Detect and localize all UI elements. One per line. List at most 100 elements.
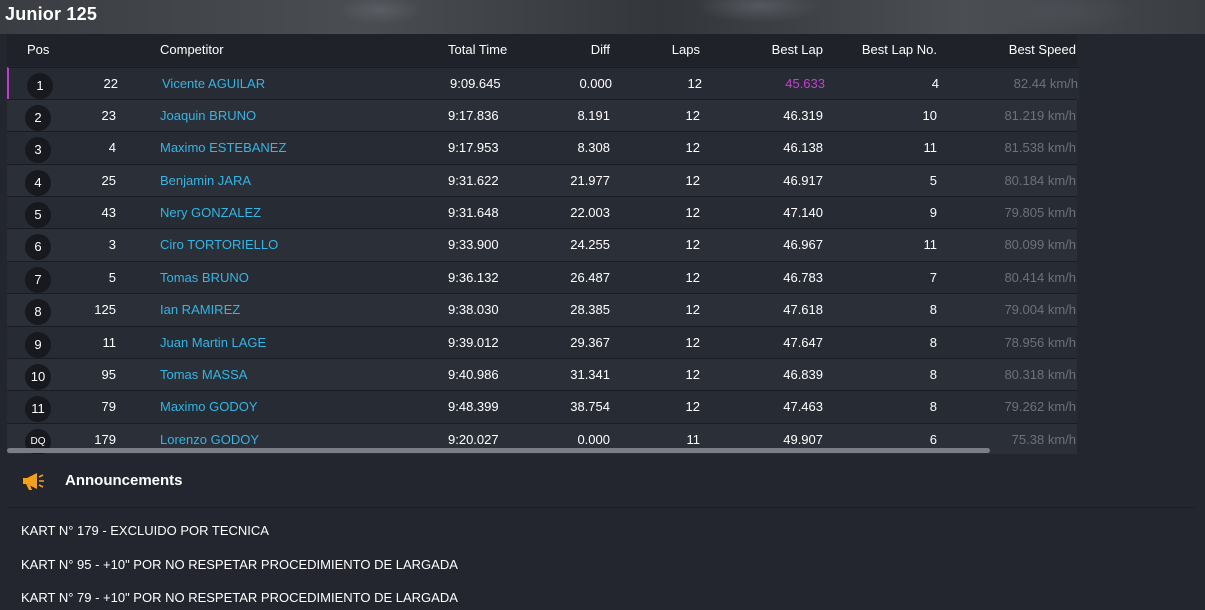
best-speed: 81.219 km/h bbox=[1004, 108, 1076, 123]
competitor-name[interactable]: Ciro TORTORIELLO bbox=[160, 237, 278, 252]
competitor-name[interactable]: Benjamin JARA bbox=[160, 173, 251, 188]
table-row[interactable]: 1 22 Vicente AGUILAR 9:09.645 0.000 12 45.633 4… bbox=[7, 67, 1079, 100]
best-lap-time: 46.917 bbox=[783, 173, 823, 188]
kart-number: 5 bbox=[108, 270, 116, 285]
diff-value: 28.385 bbox=[570, 302, 610, 317]
competitor-name[interactable]: Maximo GODOY bbox=[160, 399, 258, 414]
table-row[interactable]: 2 23 Joaquin BRUNO 9:17.836 8.191 12 46.319 10 8… bbox=[7, 99, 1077, 132]
table-row[interactable]: 4 25 Benjamin JARA 9:31.622 21.977 12 46.917 5 8… bbox=[7, 164, 1077, 197]
table-row[interactable]: 8 125 Ian RAMIREZ 9:38.030 28.385 12 47.618 8 79… bbox=[7, 293, 1077, 326]
laps-count: 12 bbox=[685, 173, 700, 188]
laps-count: 12 bbox=[685, 140, 700, 155]
laps-count: 12 bbox=[685, 205, 700, 220]
kart-number: 23 bbox=[101, 108, 116, 123]
best-lap-number: 8 bbox=[929, 399, 937, 414]
header-diff[interactable]: Diff bbox=[487, 42, 610, 57]
table-row[interactable]: 6 3 Ciro TORTORIELLO 9:33.900 24.255 12 46.967… bbox=[7, 228, 1077, 261]
best-lap-number: 10 bbox=[922, 108, 937, 123]
kart-number: 179 bbox=[94, 432, 116, 447]
announcement-item: KART N° 79 - +10" POR NO RESPETAR PROCED… bbox=[21, 590, 458, 605]
table-row[interactable]: 7 5 Tomas BRUNO 9:36.132 26.487 12 46.783 7 80.4… bbox=[7, 261, 1077, 294]
results-table: Pos Competitor Total Time Diff Laps Best… bbox=[7, 34, 1195, 454]
best-lap-number: 8 bbox=[929, 367, 937, 382]
best-speed: 81.538 km/h bbox=[1004, 140, 1076, 155]
announcement-item: KART N° 95 - +10" POR NO RESPETAR PROCED… bbox=[21, 557, 458, 572]
laps-count: 11 bbox=[686, 432, 701, 447]
best-speed: 82.44 km/h bbox=[1013, 76, 1078, 91]
kart-number: 43 bbox=[101, 205, 116, 220]
best-lap-number: 5 bbox=[929, 173, 937, 188]
best-lap-number: 4 bbox=[931, 76, 939, 91]
header-best-lap[interactable]: Best Lap bbox=[707, 42, 823, 57]
best-lap-time: 46.319 bbox=[783, 108, 823, 123]
horizontal-scrollbar[interactable] bbox=[7, 448, 990, 453]
best-lap-number: 7 bbox=[929, 270, 937, 285]
diff-value: 24.255 bbox=[570, 237, 610, 252]
table-row[interactable]: 5 43 Nery GONZALEZ 9:31.648 22.003 12 47.140 9 7… bbox=[7, 196, 1077, 229]
header-banner bbox=[0, 0, 1205, 34]
header-laps[interactable]: Laps bbox=[607, 42, 700, 57]
best-lap-time: 46.783 bbox=[783, 270, 823, 285]
best-lap-time: 45.633 bbox=[785, 76, 825, 91]
competitor-name[interactable]: Vicente AGUILAR bbox=[162, 76, 265, 91]
header-pos[interactable]: Pos bbox=[27, 42, 49, 57]
header-best-speed[interactable]: Best Speed bbox=[947, 42, 1076, 57]
best-lap-number: 11 bbox=[923, 140, 938, 155]
laps-count: 12 bbox=[685, 335, 700, 350]
best-lap-time: 46.138 bbox=[783, 140, 823, 155]
competitor-name[interactable]: Nery GONZALEZ bbox=[160, 205, 261, 220]
best-lap-time: 47.618 bbox=[783, 302, 823, 317]
competitor-name[interactable]: Ian RAMIREZ bbox=[160, 302, 240, 317]
table-row[interactable]: 11 79 Maximo GODOY 9:48.399 38.754 12 47.463 8 7… bbox=[7, 390, 1077, 423]
competitor-name[interactable]: Tomas BRUNO bbox=[160, 270, 249, 285]
table-row[interactable]: 9 11 Juan Martin LAGE 9:39.012 29.367 12 47.64… bbox=[7, 326, 1077, 359]
best-speed: 80.318 km/h bbox=[1004, 367, 1076, 382]
best-speed: 79.004 km/h bbox=[1004, 302, 1076, 317]
best-lap-number: 9 bbox=[929, 205, 937, 220]
best-lap-time: 46.967 bbox=[783, 237, 823, 252]
best-lap-time: 47.463 bbox=[783, 399, 823, 414]
diff-value: 26.487 bbox=[570, 270, 610, 285]
competitor-name[interactable]: Juan Martin LAGE bbox=[160, 335, 266, 350]
best-speed: 80.099 km/h bbox=[1004, 237, 1076, 252]
diff-value: 31.341 bbox=[570, 367, 610, 382]
diff-value: 22.003 bbox=[570, 205, 610, 220]
best-speed: 78.956 km/h bbox=[1004, 335, 1076, 350]
best-lap-number: 8 bbox=[929, 335, 937, 350]
best-speed: 80.184 km/h bbox=[1004, 173, 1076, 188]
announcements-title: Announcements bbox=[65, 472, 183, 489]
diff-value: 8.308 bbox=[577, 140, 610, 155]
competitor-name[interactable]: Tomas MASSA bbox=[160, 367, 247, 382]
table-header: Pos Competitor Total Time Diff Laps Best… bbox=[7, 34, 1077, 66]
table-row[interactable]: 3 4 Maximo ESTEBANEZ 9:17.953 8.308 12 46.138 1… bbox=[7, 131, 1077, 164]
megaphone-icon bbox=[23, 473, 44, 490]
best-lap-number: 8 bbox=[929, 302, 937, 317]
kart-number: 11 bbox=[102, 335, 117, 350]
competitor-name[interactable]: Maximo ESTEBANEZ bbox=[160, 140, 286, 155]
diff-value: 8.191 bbox=[577, 108, 610, 123]
header-best-lap-no[interactable]: Best Lap No. bbox=[827, 42, 937, 57]
best-speed: 75.38 km/h bbox=[1011, 432, 1076, 447]
kart-number: 125 bbox=[94, 302, 116, 317]
competitor-name[interactable]: Lorenzo GODOY bbox=[160, 432, 259, 447]
best-lap-time: 49.907 bbox=[783, 432, 823, 447]
diff-value: 38.754 bbox=[570, 399, 610, 414]
best-lap-time: 46.839 bbox=[783, 367, 823, 382]
best-lap-time: 47.140 bbox=[783, 205, 823, 220]
page-title: Junior 125 bbox=[5, 4, 98, 24]
laps-count: 12 bbox=[685, 237, 700, 252]
table-row[interactable]: 10 95 Tomas MASSA 9:40.986 31.341 12 46.839 8 80… bbox=[7, 358, 1077, 391]
diff-value: 0.000 bbox=[577, 432, 610, 447]
best-speed: 79.262 km/h bbox=[1004, 399, 1076, 414]
laps-count: 12 bbox=[685, 399, 700, 414]
best-speed: 80.414 km/h bbox=[1004, 270, 1076, 285]
kart-number: 79 bbox=[101, 399, 116, 414]
header-competitor[interactable]: Competitor bbox=[160, 42, 224, 57]
announcements-header: Announcements bbox=[7, 457, 1195, 508]
kart-number: 4 bbox=[108, 140, 116, 155]
laps-count: 12 bbox=[685, 108, 700, 123]
diff-value: 29.367 bbox=[570, 335, 610, 350]
best-lap-number: 11 bbox=[923, 237, 938, 252]
laps-count: 12 bbox=[685, 270, 700, 285]
competitor-name[interactable]: Joaquin BRUNO bbox=[160, 108, 256, 123]
